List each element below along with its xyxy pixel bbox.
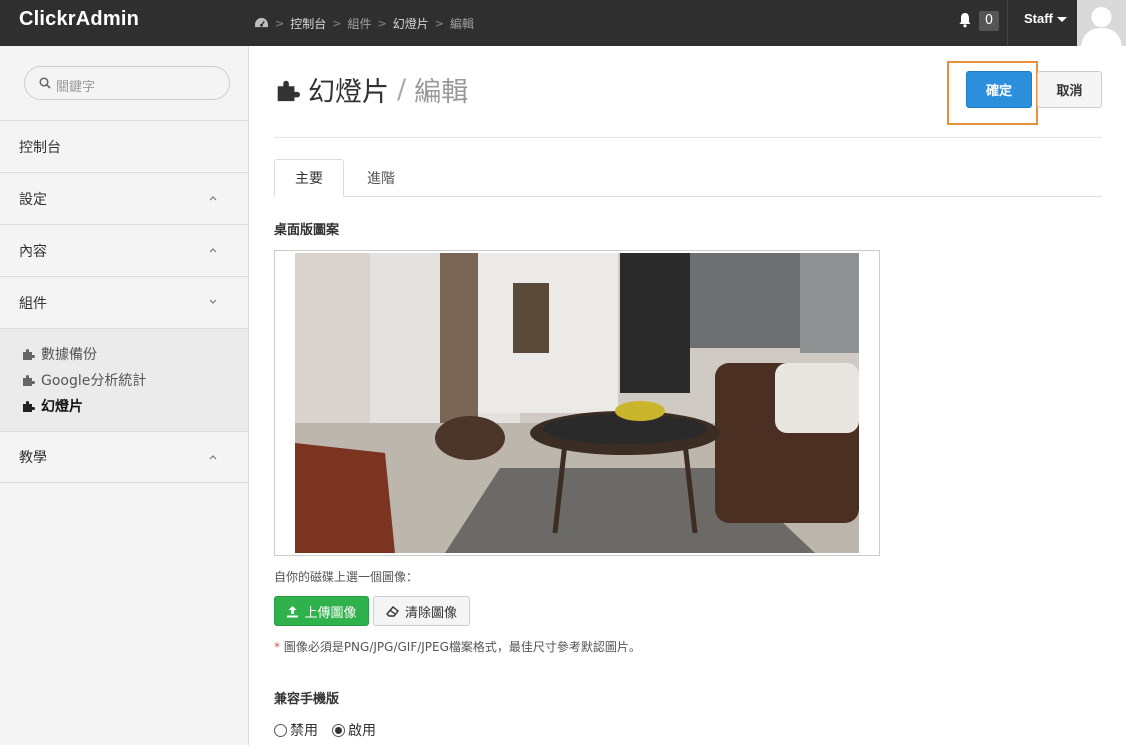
select-image-hint: 自你的磁碟上選一個圖像：	[274, 570, 419, 584]
sidebar-item-content[interactable]: 內容	[0, 224, 248, 276]
tab-main[interactable]: 主要	[274, 159, 344, 197]
sidebar-subitem-google-analytics[interactable]: Google分析統計	[0, 367, 248, 393]
breadcrumb: > 控制台 > 組件 > 幻燈片 > 編輯	[254, 0, 474, 46]
page-title-text: 幻燈片	[308, 77, 389, 108]
desktop-image-label: 桌面版圖案	[274, 223, 340, 238]
user-menu-label: Staff	[1024, 11, 1053, 26]
format-note-text: 圖像必須是PNG/JPG/GIF/JPEG檔案格式，最佳尺寸參考默認圖片。	[280, 640, 641, 654]
breadcrumb-edit: 編輯	[449, 16, 474, 31]
sidebar: 關鍵字 控制台 設定 內容 組件 數據備份 Google分析統計 幻燈片 教學	[0, 46, 249, 745]
sidebar-item-label: 設定	[19, 191, 47, 208]
navbar-divider	[1007, 0, 1008, 46]
mobile-compatible-radio-group: 禁用 啟用	[274, 720, 390, 740]
sidebar-item-label: 組件	[19, 295, 47, 312]
chevron-up-icon	[209, 196, 217, 201]
bell-icon[interactable]	[958, 12, 972, 28]
page-title-separator: /	[397, 74, 407, 105]
mobile-compatible-label: 兼容手機版	[274, 692, 340, 707]
radio-disable-label[interactable]: 禁用	[290, 720, 318, 740]
sidebar-item-dashboard[interactable]: 控制台	[0, 120, 248, 172]
breadcrumb-separator: >	[434, 16, 444, 30]
upload-image-button[interactable]: 上傳圖像	[274, 596, 369, 626]
living-room-photo	[295, 253, 859, 553]
user-menu[interactable]: Staff	[1024, 11, 1067, 26]
search-input[interactable]: 關鍵字	[24, 66, 230, 100]
notification-count-badge[interactable]: 0	[979, 11, 999, 31]
dashboard-icon[interactable]	[254, 17, 269, 29]
puzzle-icon	[23, 401, 35, 412]
radio-enable[interactable]	[332, 723, 345, 737]
puzzle-icon	[23, 349, 35, 360]
sidebar-subitem-label: Google分析統計	[41, 373, 147, 389]
sidebar-nav: 控制台 設定 內容 組件 數據備份 Google分析統計 幻燈片 教學	[0, 120, 248, 483]
chevron-up-icon	[209, 455, 217, 460]
eraser-icon	[386, 606, 399, 617]
breadcrumb-separator: >	[275, 16, 285, 30]
breadcrumb-dashboard[interactable]: 控制台	[290, 15, 326, 32]
avatar[interactable]	[1077, 0, 1126, 46]
sidebar-item-settings[interactable]: 設定	[0, 172, 248, 224]
chevron-up-icon	[209, 248, 217, 253]
radio-enable-label[interactable]: 啟用	[348, 720, 376, 740]
upload-image-label: 上傳圖像	[304, 605, 357, 621]
chevron-down-icon	[209, 299, 217, 304]
sidebar-subitem-label: 數據備份	[41, 347, 97, 363]
breadcrumb-components[interactable]: 組件	[347, 15, 371, 32]
puzzle-icon	[277, 80, 300, 101]
header-divider	[274, 137, 1102, 138]
user-silhouette-icon	[1081, 7, 1122, 46]
tab-advanced[interactable]: 進階	[346, 159, 416, 197]
sidebar-item-components[interactable]: 組件	[0, 276, 248, 328]
clear-image-button[interactable]: 清除圖像	[373, 596, 470, 626]
brand-logo[interactable]: ClickrAdmin	[19, 8, 139, 31]
top-navbar: ClickrAdmin > 控制台 > 組件 > 幻燈片 > 編輯 0 Staf…	[0, 0, 1126, 46]
sidebar-submenu-components: 數據備份 Google分析統計 幻燈片	[0, 328, 248, 431]
sidebar-subitem-slideshow[interactable]: 幻燈片	[0, 393, 248, 419]
puzzle-icon	[23, 375, 35, 386]
desktop-image-preview	[274, 250, 880, 556]
page-subtitle: 編輯	[414, 77, 469, 108]
sidebar-subitem-backup[interactable]: 數據備份	[0, 341, 248, 367]
confirm-button[interactable]: 確定	[966, 71, 1032, 108]
sidebar-item-label: 控制台	[19, 139, 61, 156]
upload-icon	[287, 605, 299, 617]
page-title: 幻燈片 / 編輯	[274, 70, 468, 109]
breadcrumb-separator: >	[332, 16, 342, 30]
format-note: * 圖像必須是PNG/JPG/GIF/JPEG檔案格式，最佳尺寸參考默認圖片。	[274, 638, 641, 655]
cancel-button[interactable]: 取消	[1037, 71, 1102, 108]
clear-image-label: 清除圖像	[404, 605, 457, 621]
breadcrumb-slideshow[interactable]: 幻燈片	[393, 15, 429, 32]
search-placeholder: 關鍵字	[56, 80, 96, 95]
caret-down-icon	[1056, 17, 1067, 23]
sidebar-item-label: 內容	[19, 243, 47, 260]
sidebar-item-tutorial[interactable]: 教學	[0, 431, 248, 483]
breadcrumb-separator: >	[377, 16, 387, 30]
sidebar-subitem-label: 幻燈片	[41, 399, 83, 415]
search-icon	[39, 77, 51, 89]
tab-bar: 主要 進階	[274, 159, 1102, 197]
radio-disable[interactable]	[274, 723, 287, 737]
sidebar-item-label: 教學	[19, 450, 47, 466]
